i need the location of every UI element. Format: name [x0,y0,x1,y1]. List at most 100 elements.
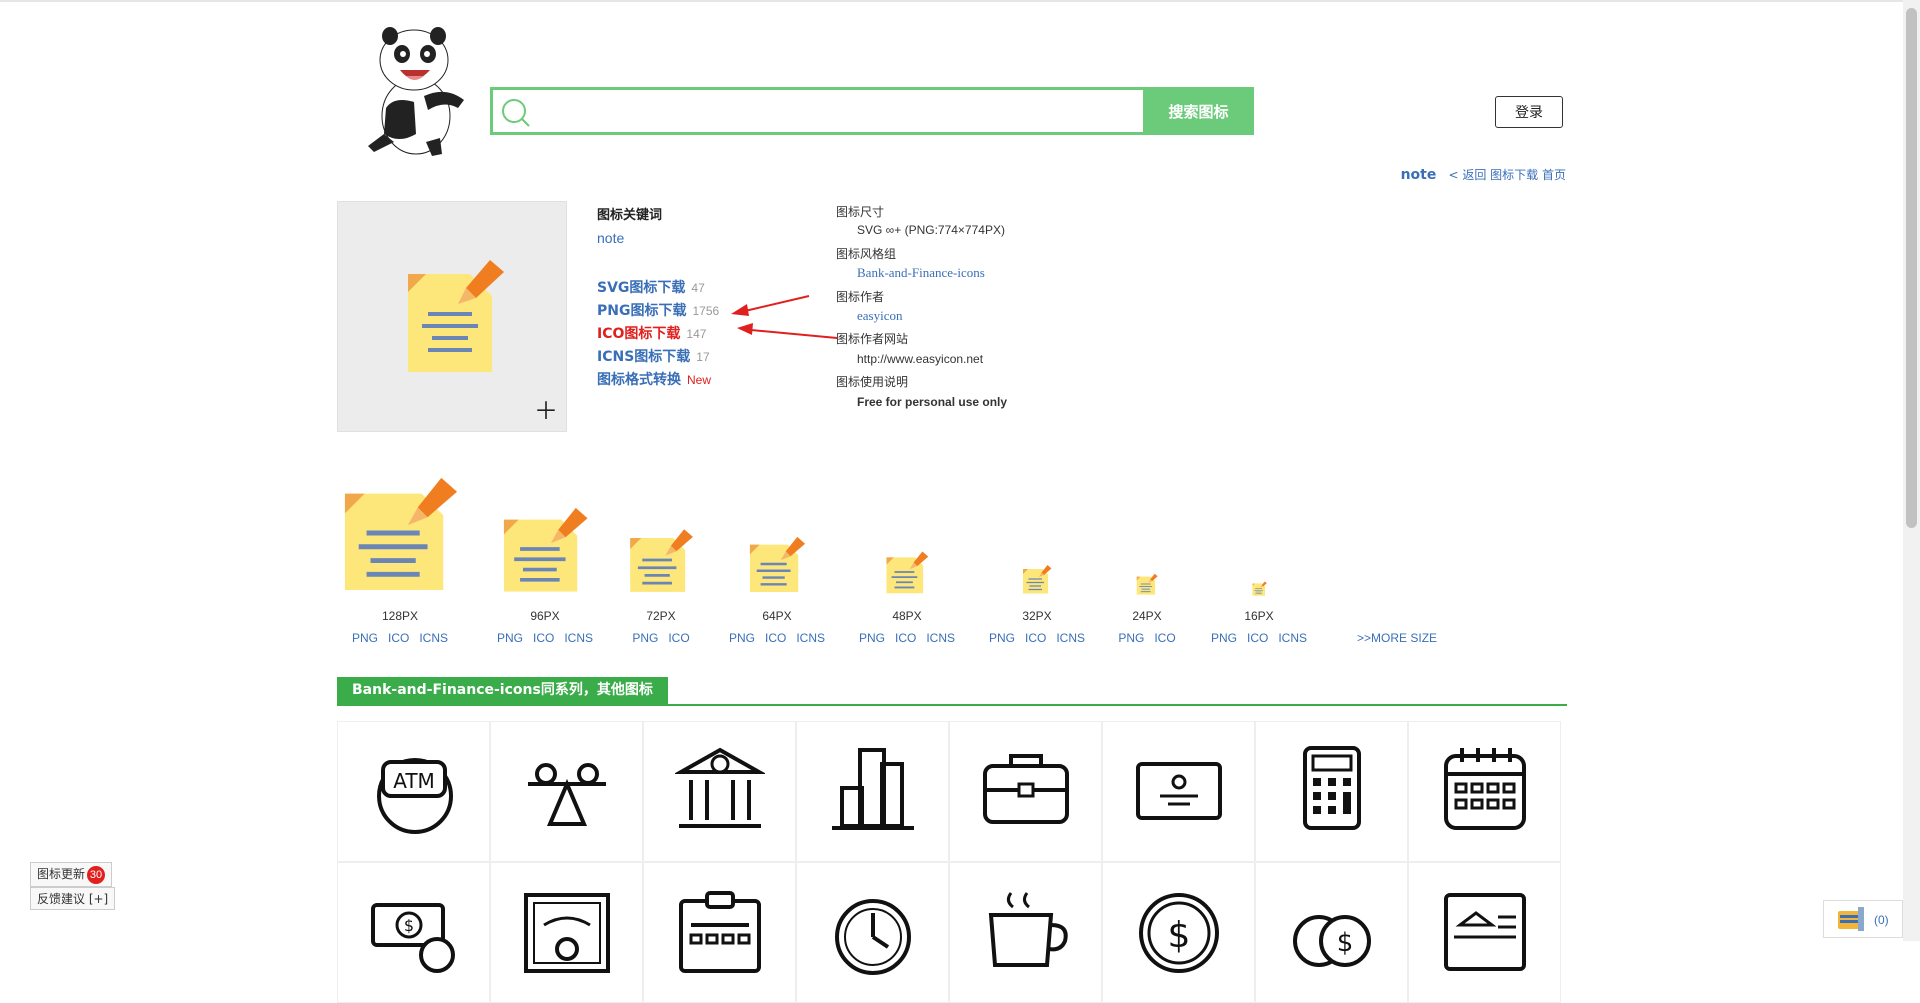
usage-label: 图标使用说明 [836,375,909,389]
bank-bitcoin-icon [675,747,765,828]
related-icon-cell[interactable] [643,721,796,862]
svg-text:$: $ [1168,915,1191,956]
note-icon-16px[interactable] [1252,581,1267,601]
download-png-link[interactable]: PNG [859,631,885,645]
size-format-links: PNG ICO ICNS [1199,631,1319,645]
note-icon-48px[interactable] [885,550,929,599]
download-png-link[interactable]: PNG [729,631,755,645]
bank-card-icon [1444,893,1526,971]
search-input[interactable] [541,94,1185,130]
download-icns-link[interactable]: ICNS [796,631,825,645]
related-icon-cell[interactable] [643,862,796,1003]
related-icon-cell[interactable] [949,862,1102,1003]
coffee-cup-icon [988,892,1068,967]
panda-mascot-logo[interactable] [354,16,474,160]
size-format-links: PNG ICO [1087,631,1207,645]
related-icon-cell[interactable] [490,721,643,862]
note-icon-72px[interactable] [628,527,694,598]
size-value: SVG ∞+ (PNG:774×774PX) [857,223,1005,237]
breadcrumb: note < 返回 图标下载 首页 [1401,166,1566,183]
seesaw-icon [528,763,606,826]
download-icns-link[interactable]: ICNS [564,631,593,645]
clock-coin-icon [835,899,911,975]
svg-download-link[interactable]: SVG图标下载 47 [597,277,705,297]
download-ico-link[interactable]: ICO [533,631,554,645]
keyword-value[interactable]: note [597,230,624,246]
download-ico-link[interactable]: ICO [1247,631,1268,645]
money-coin-icon: $ [371,903,455,973]
download-ico-link[interactable]: ICO [1025,631,1046,645]
related-icon-cell[interactable]: $ [1102,862,1255,1003]
size-format-links: PNG ICO ICNS [340,631,460,645]
author-site-label: 图标作者网站 [836,332,909,346]
icon-updates-button[interactable]: 图标更新 30 [30,862,113,887]
note-icon-preview [408,260,504,372]
related-icon-cell[interactable] [490,862,643,1003]
series-title: Bank-and-Finance-icons同系列，其他图标 [337,677,668,704]
add-to-cart-plus-icon[interactable]: ＋ [534,400,558,424]
download-ico-link[interactable]: ICO [1154,631,1175,645]
calendar-icon [1444,748,1526,830]
download-icns-link[interactable]: ICNS [1056,631,1085,645]
note-icon-64px[interactable] [748,535,806,598]
note-icon-128px[interactable] [341,474,459,597]
related-icon-cell[interactable]: ATM [337,721,490,862]
size-format-links: PNG ICO ICNS [977,631,1097,645]
png-download-link[interactable]: PNG图标下载 1756 [597,300,719,320]
icon-preview: ＋ [337,201,567,432]
login-button[interactable]: 登录 [1495,96,1563,128]
download-icns-link[interactable]: ICNS [419,631,448,645]
related-icon-cell[interactable] [1102,721,1255,862]
related-icon-cell[interactable] [949,721,1102,862]
author-link[interactable]: easyicon [857,308,902,324]
note-icon-32px[interactable] [1022,564,1052,599]
keyword-title: 图标关键词 [597,208,663,223]
more-size-link[interactable]: >>MORE SIZE [1357,631,1437,645]
download-cart[interactable]: (0) [1823,900,1903,938]
icns-download-link[interactable]: ICNS图标下载 17 [597,346,710,366]
style-group-link[interactable]: Bank-and-Finance-icons [857,265,985,281]
size-format-links: PNG ICO ICNS [717,631,837,645]
related-icon-cell[interactable]: $ [1255,862,1408,1003]
ico-download-link[interactable]: ICO图标下载 147 [597,323,706,343]
download-icns-link[interactable]: ICNS [926,631,955,645]
breadcrumb-keyword[interactable]: note [1401,167,1437,183]
size-label: 96PX [530,609,560,623]
related-icon-cell[interactable] [796,721,949,862]
back-home-link[interactable]: < 返回 图标下载 首页 [1449,168,1567,182]
download-png-link[interactable]: PNG [352,631,378,645]
download-png-link[interactable]: PNG [989,631,1015,645]
author-site-value: http://www.easyicon.net [857,352,984,366]
search-button[interactable]: 搜索图标 [1143,87,1254,135]
usage-value: Free for personal use only [857,395,1008,409]
download-icns-link[interactable]: ICNS [1278,631,1307,645]
feedback-button[interactable]: 反馈建议 [+] [30,887,116,910]
related-icon-cell[interactable] [796,862,949,1003]
top-border [0,0,1920,2]
size-label: 16PX [1244,609,1274,623]
download-ico-link[interactable]: ICO [765,631,786,645]
related-icon-cell[interactable] [1408,862,1561,1003]
download-png-link[interactable]: PNG [1118,631,1144,645]
download-png-link[interactable]: PNG [632,631,658,645]
size-format-links: PNG ICO ICNS [847,631,967,645]
author-label: 图标作者 [836,290,885,304]
note-icon-24px[interactable] [1136,573,1158,600]
download-png-link[interactable]: PNG [497,631,523,645]
note-icon-96px[interactable] [501,505,589,598]
related-icon-cell[interactable] [1408,721,1561,862]
related-icon-cell[interactable] [1255,721,1408,862]
page-scrollbar[interactable] [1903,0,1920,941]
style-group-label: 图标风格组 [836,247,897,261]
format-convert-link[interactable]: 图标格式转换 New [597,369,711,389]
download-ico-link[interactable]: ICO [895,631,916,645]
download-png-link[interactable]: PNG [1211,631,1237,645]
cart-count: (0) [1874,913,1889,927]
coins-icon: $ [1293,915,1371,967]
size-label: 72PX [646,609,676,623]
download-ico-link[interactable]: ICO [668,631,689,645]
download-ico-link[interactable]: ICO [388,631,409,645]
scrollbar-thumb[interactable] [1906,8,1917,528]
related-icon-cell[interactable]: $ [337,862,490,1003]
size-format-links: PNG ICO [601,631,721,645]
